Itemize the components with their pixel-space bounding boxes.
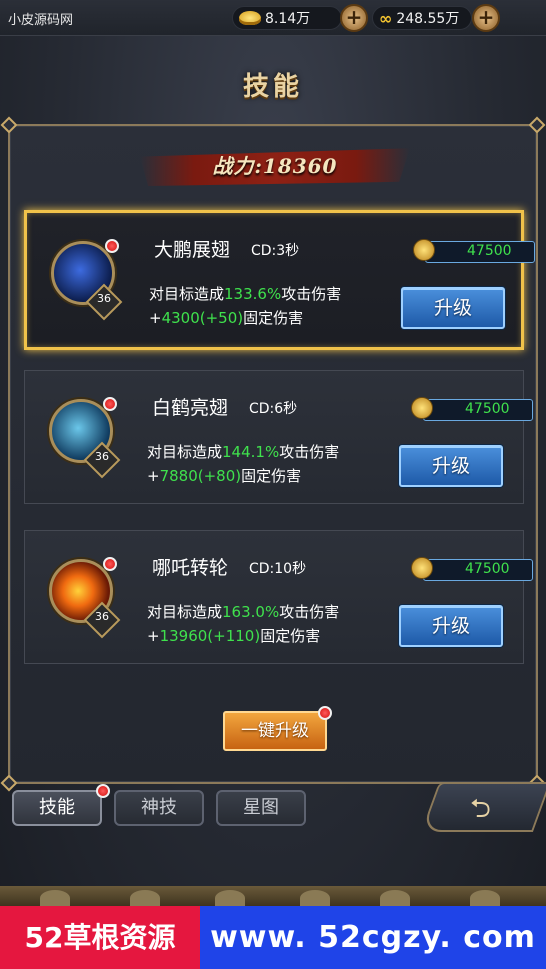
- nav-slot-icon[interactable]: [40, 890, 70, 906]
- skill-desc-line1: 对目标造成133.6%攻击伤害: [149, 283, 341, 304]
- gold-ingot-icon: [239, 11, 261, 25]
- flat-suffix: 固定伤害: [241, 467, 302, 485]
- gold-display: 8.14万: [232, 6, 342, 30]
- desc-prefix: 对目标造成: [147, 603, 223, 621]
- coin-display: ∞ 248.55万: [372, 6, 472, 30]
- gold-amount: 8.14万: [265, 11, 311, 27]
- watermark-left: 52草根资源: [0, 906, 200, 969]
- skill-level: 36: [95, 610, 109, 623]
- upgrade-button[interactable]: 升级: [399, 605, 503, 647]
- coin-icon: [413, 239, 435, 261]
- site-name: 小皮源码网: [8, 13, 74, 28]
- skill-desc-line2: +13960(+110)固定伤害: [147, 625, 320, 646]
- damage-percent: 144.1%: [222, 443, 280, 461]
- skill-name: 哪吒转轮: [152, 557, 229, 579]
- nav-slot-icon[interactable]: [300, 890, 330, 906]
- tab-divine-skills[interactable]: 神技: [114, 790, 204, 826]
- skill-card[interactable]: 36 白鹤亮翅 CD:6秒 对目标造成144.1%攻击伤害 +7880(+80)…: [24, 370, 533, 504]
- desc-mid: 攻击伤害: [279, 603, 340, 621]
- bottom-nav-bar: [0, 886, 546, 908]
- skill-desc-line1: 对目标造成163.0%攻击伤害: [147, 601, 339, 622]
- coin-icon: [411, 397, 433, 419]
- add-coin-button[interactable]: +: [472, 4, 500, 32]
- add-gold-button[interactable]: +: [340, 4, 368, 32]
- upgrade-cost: 47500: [467, 243, 512, 259]
- top-bar: 小皮源码网 8.14万 + ∞ 248.55万 +: [0, 0, 546, 36]
- skill-cooldown: CD:10秒: [249, 561, 307, 577]
- plus-prefix: +: [147, 467, 160, 485]
- skill-name: 大鹏展翅: [154, 239, 231, 261]
- combat-power: 战力:18360: [212, 154, 338, 178]
- skill-level: 36: [97, 292, 111, 305]
- desc-prefix: 对目标造成: [149, 285, 225, 303]
- flat-suffix: 固定伤害: [243, 309, 304, 327]
- red-dot-icon: [105, 239, 119, 253]
- nav-slot-icon[interactable]: [380, 890, 410, 906]
- nav-slot-icon[interactable]: [215, 890, 245, 906]
- coin-amount: 248.55万: [396, 11, 460, 27]
- watermark-right: www. 52cgzy. com: [200, 906, 546, 969]
- nav-slot-icon[interactable]: [470, 890, 500, 906]
- coin-icon: [411, 557, 433, 579]
- return-arrow-icon[interactable]: ⮌: [470, 790, 491, 834]
- desc-mid: 攻击伤害: [281, 285, 342, 303]
- desc-mid: 攻击伤害: [279, 443, 340, 461]
- upgrade-cost: 47500: [465, 561, 510, 577]
- skill-cooldown: CD:3秒: [251, 243, 300, 259]
- skill-card[interactable]: 36 大鹏展翅 CD:3秒 对目标造成133.6%攻击伤害 +4300(+50)…: [24, 210, 535, 350]
- red-dot-icon: [96, 784, 110, 798]
- flat-damage: 13960(+110): [159, 627, 261, 645]
- skill-card[interactable]: 36 哪吒转轮 CD:10秒 对目标造成163.0%攻击伤害 +13960(+1…: [24, 530, 533, 664]
- one-key-upgrade-button[interactable]: 一键升级: [223, 711, 327, 751]
- red-dot-icon: [103, 557, 117, 571]
- page-title: 技能: [242, 72, 303, 102]
- nav-slot-icon[interactable]: [130, 890, 160, 906]
- red-dot-icon: [103, 397, 117, 411]
- tab-star-map[interactable]: 星图: [216, 790, 306, 826]
- damage-percent: 133.6%: [224, 285, 282, 303]
- skill-cooldown: CD:6秒: [249, 401, 298, 417]
- plus-prefix: +: [147, 627, 160, 645]
- skill-panel: 战力:18360 36 大鹏展翅 CD:3秒 对目标造成133.6%攻击伤害 +…: [0, 116, 546, 792]
- red-dot-icon: [318, 706, 332, 720]
- coin-icon: ∞: [379, 8, 393, 28]
- skill-name: 白鹤亮翅: [152, 397, 229, 419]
- skill-desc-line2: +4300(+50)固定伤害: [149, 307, 303, 328]
- flat-damage: 7880(+80): [159, 467, 242, 485]
- flat-damage: 4300(+50): [161, 309, 244, 327]
- skill-desc-line1: 对目标造成144.1%攻击伤害: [147, 441, 339, 462]
- flat-suffix: 固定伤害: [260, 627, 321, 645]
- tab-skills[interactable]: 技能: [12, 790, 102, 826]
- desc-prefix: 对目标造成: [147, 443, 223, 461]
- plus-prefix: +: [149, 309, 162, 327]
- skill-level: 36: [95, 450, 109, 463]
- upgrade-button[interactable]: 升级: [401, 287, 505, 329]
- skill-desc-line2: +7880(+80)固定伤害: [147, 465, 301, 486]
- upgrade-button[interactable]: 升级: [399, 445, 503, 487]
- damage-percent: 163.0%: [222, 603, 280, 621]
- upgrade-cost: 47500: [465, 401, 510, 417]
